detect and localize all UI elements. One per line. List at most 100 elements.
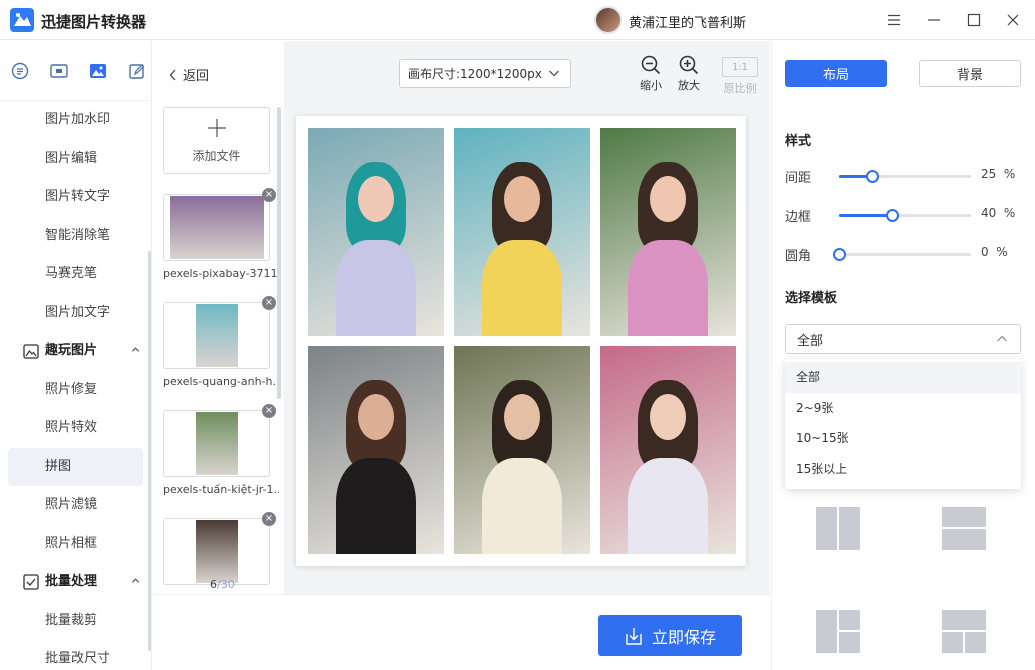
zoom-in-icon bbox=[674, 53, 704, 77]
photo-body bbox=[628, 240, 708, 336]
file-card[interactable]: × bbox=[163, 404, 276, 477]
sidebar-item[interactable]: 图片加水印 bbox=[8, 101, 143, 140]
zoom-in-button[interactable]: 放大 bbox=[674, 53, 704, 93]
sidebar-group[interactable]: 趣玩图片 bbox=[0, 332, 151, 371]
template-two-rows[interactable] bbox=[942, 507, 986, 550]
tab-layout[interactable]: 布局 bbox=[785, 60, 887, 87]
slider-2: 圆角 0 % bbox=[785, 244, 1025, 264]
canvas-size-select[interactable]: 画布尺寸:1200*1200px bbox=[399, 59, 571, 88]
slider-0: 间距 25 % bbox=[785, 166, 1025, 186]
tab-background[interactable]: 背景 bbox=[919, 60, 1021, 87]
slider-handle[interactable] bbox=[866, 170, 879, 183]
slider-label: 边框 bbox=[785, 210, 812, 225]
picture-icon bbox=[23, 344, 39, 359]
template-top-big-bottom-split[interactable] bbox=[942, 610, 986, 653]
photo-body bbox=[482, 458, 562, 554]
user-name[interactable]: 黄浦江里的飞普利斯 bbox=[629, 12, 746, 31]
sidebar-item[interactable]: 智能消除笔 bbox=[8, 217, 143, 256]
file-name: pexels-pixabay-3711... bbox=[163, 267, 279, 280]
sidebar-item[interactable]: 照片相框 bbox=[8, 525, 143, 564]
picture-icon[interactable] bbox=[87, 60, 108, 81]
app-title: 迅捷图片转换器 bbox=[41, 13, 147, 31]
original-ratio-button[interactable]: 1:1 原比例 bbox=[718, 55, 762, 96]
sidebar-scrollbar[interactable] bbox=[148, 251, 151, 651]
minimize-icon[interactable] bbox=[922, 8, 946, 32]
plus-icon bbox=[207, 118, 227, 141]
image-frame-icon[interactable] bbox=[48, 60, 69, 81]
close-icon[interactable]: × bbox=[262, 188, 276, 202]
sidebar-item[interactable]: 照片滤镜 bbox=[8, 486, 143, 525]
close-icon[interactable]: × bbox=[262, 404, 276, 418]
bottom-bar: 立即保存 bbox=[153, 594, 770, 670]
slider-fill bbox=[839, 214, 892, 217]
avatar[interactable] bbox=[594, 6, 622, 34]
photo-face bbox=[650, 176, 686, 222]
canvas-area: 画布尺寸:1200*1200px 缩小 放大 1:1 原比例 bbox=[284, 41, 770, 594]
photo-body bbox=[336, 240, 416, 336]
style-title: 样式 bbox=[785, 134, 812, 149]
add-file-button[interactable]: 添加文件 bbox=[163, 107, 270, 174]
slider-track[interactable] bbox=[839, 170, 971, 183]
canvas-size-label: 画布尺寸:1200*1200px bbox=[408, 67, 542, 81]
close-icon[interactable]: × bbox=[262, 296, 276, 310]
sidebar: 图片加水印 图片编辑 图片转文字 智能消除笔 马赛克笔 图片加文字 趣玩图片 照片修复 照片特效… bbox=[0, 41, 152, 670]
sidebar-item[interactable]: 图片转文字 bbox=[8, 178, 143, 217]
collage-photo[interactable] bbox=[454, 128, 590, 336]
file-list-scrollbar[interactable] bbox=[277, 107, 281, 399]
slider-track[interactable] bbox=[839, 209, 971, 222]
collage-photo[interactable] bbox=[600, 346, 736, 554]
chevron-up-icon bbox=[131, 332, 140, 371]
file-card[interactable]: × bbox=[163, 296, 276, 369]
template-option[interactable]: 15张以上 bbox=[785, 454, 1021, 485]
list-icon[interactable] bbox=[9, 60, 30, 81]
photo-body bbox=[336, 458, 416, 554]
template-select[interactable]: 全部 bbox=[785, 324, 1021, 354]
close-icon[interactable]: × bbox=[262, 512, 276, 526]
zoom-out-button[interactable]: 缩小 bbox=[636, 53, 666, 93]
template-option[interactable]: 2~9张 bbox=[785, 393, 1021, 424]
file-card[interactable]: × bbox=[163, 188, 276, 261]
photo-body bbox=[482, 240, 562, 336]
sidebar-item[interactable]: 批量改尺寸 bbox=[8, 640, 143, 670]
sidebar-item[interactable]: 照片修复 bbox=[8, 371, 143, 410]
template-selected-label: 全部 bbox=[797, 333, 824, 349]
back-button[interactable]: 返回 bbox=[169, 65, 209, 84]
collage-photo[interactable] bbox=[308, 346, 444, 554]
sidebar-item[interactable]: 拼图 bbox=[8, 447, 143, 486]
save-button[interactable]: 立即保存 bbox=[598, 615, 742, 656]
collage-canvas[interactable] bbox=[296, 116, 746, 566]
slider-handle[interactable] bbox=[833, 248, 846, 261]
template-left-big-right-split[interactable] bbox=[816, 610, 860, 653]
sidebar-item[interactable]: 图片编辑 bbox=[8, 140, 143, 179]
slider-value: 40 % bbox=[981, 206, 1016, 220]
sidebar-menu: 图片加水印 图片编辑 图片转文字 智能消除笔 马赛克笔 图片加文字 趣玩图片 照片修复 照片特效… bbox=[0, 101, 151, 670]
ratio-label: 原比例 bbox=[723, 82, 757, 95]
file-thumbnail bbox=[195, 412, 238, 475]
sidebar-item[interactable]: 图片加文字 bbox=[8, 294, 143, 333]
sidebar-item[interactable]: 照片特效 bbox=[8, 409, 143, 448]
template-option[interactable]: 全部 bbox=[785, 362, 1021, 393]
collage-photo[interactable] bbox=[600, 128, 736, 336]
template-two-columns[interactable] bbox=[816, 507, 860, 550]
add-file-label: 添加文件 bbox=[192, 148, 241, 163]
photo-face bbox=[650, 394, 686, 440]
maximize-icon[interactable] bbox=[962, 8, 986, 32]
template-option[interactable]: 10~15张 bbox=[785, 423, 1021, 454]
ratio-box: 1:1 bbox=[722, 57, 758, 77]
sidebar-tool-icons bbox=[0, 41, 151, 101]
slider-handle[interactable] bbox=[885, 209, 899, 222]
back-label: 返回 bbox=[183, 69, 210, 84]
sidebar-item[interactable]: 批量裁剪 bbox=[8, 602, 143, 641]
collage-photo[interactable] bbox=[308, 128, 444, 336]
zoom-out-icon bbox=[636, 53, 666, 77]
slider-label: 圆角 bbox=[785, 249, 812, 264]
collage-photo[interactable] bbox=[454, 346, 590, 554]
sidebar-group[interactable]: 批量处理 bbox=[0, 563, 151, 602]
sidebar-item[interactable]: 马赛克笔 bbox=[8, 255, 143, 294]
app-logo-icon bbox=[10, 8, 34, 32]
slider-track[interactable] bbox=[833, 248, 971, 261]
edit-box-icon[interactable] bbox=[126, 60, 147, 81]
file-card[interactable]: × bbox=[163, 512, 276, 585]
menu-icon[interactable] bbox=[882, 8, 906, 32]
close-icon[interactable] bbox=[1001, 8, 1025, 32]
